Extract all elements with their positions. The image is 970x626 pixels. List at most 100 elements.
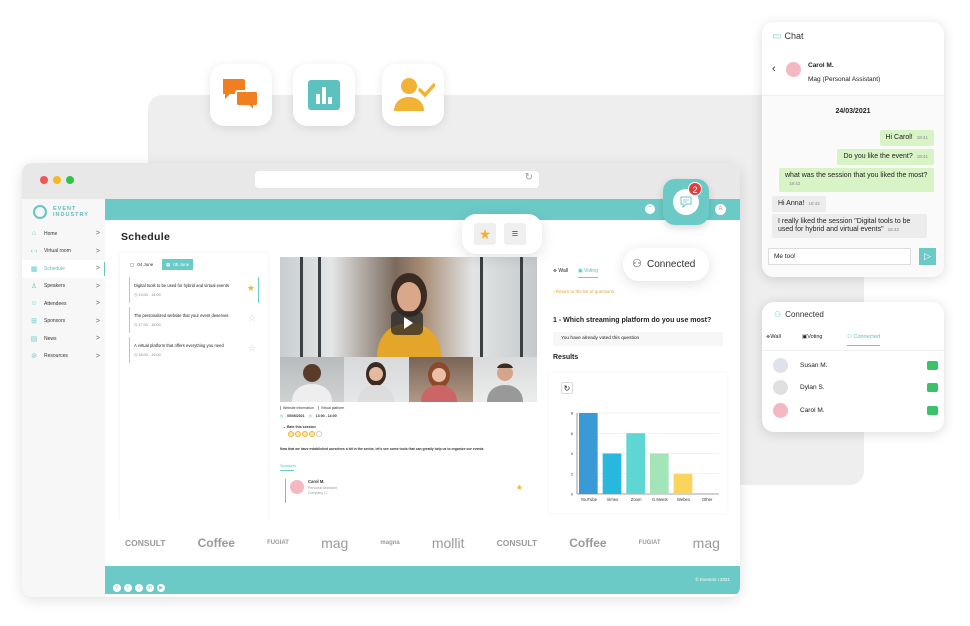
date-tab-05-june[interactable]: ▦ 05 June	[162, 259, 194, 270]
social-link-icon[interactable]: f	[113, 584, 121, 592]
session-description: Now that we have established ourselves a…	[280, 447, 484, 451]
user-avatar[interactable]: A	[715, 204, 726, 215]
star-outline-icon[interactable]: ☆	[248, 343, 256, 354]
chat-icon: ▭	[772, 30, 782, 42]
message-text: Hi Anna!	[778, 200, 805, 207]
sponsor-logo[interactable]: magna	[380, 540, 399, 546]
tab-wall[interactable]: ⌯ Wall	[553, 268, 568, 278]
star-filled-icon[interactable]: ★	[247, 283, 255, 294]
bar-youtube[interactable]	[579, 413, 598, 494]
session-item[interactable]: Digital tools to be used for hybrid and …	[129, 277, 259, 303]
sponsor-logo[interactable]: CONSULT	[497, 538, 537, 548]
sponsors-strip: CONSULT Coffee FUGIAT mag magna mollit CONSULT…	[105, 520, 740, 566]
sponsor-logo[interactable]: mollit	[432, 535, 465, 551]
session-tag[interactable]: Virtual platform	[317, 406, 344, 410]
social-link-icon[interactable]: i	[135, 584, 143, 592]
chat-launcher-button[interactable]: 2	[663, 179, 709, 225]
rating-face-icon[interactable]	[288, 431, 294, 437]
back-chevron-icon[interactable]: ‹	[772, 63, 776, 75]
participant-thumbnail[interactable]	[344, 357, 409, 402]
user-check-icon: ⚇	[774, 309, 782, 319]
date-tab-label: 04 June	[137, 262, 154, 267]
reload-icon[interactable]: ↻	[525, 172, 533, 183]
sponsor-logo[interactable]: mag	[693, 535, 720, 551]
rate-session-toggle[interactable]: ⌄ Rate this session	[280, 425, 537, 429]
rating-stars[interactable]	[280, 431, 537, 437]
participant-thumbnail[interactable]	[408, 357, 473, 402]
sidebar-item-news[interactable]: ▤ News >	[22, 330, 105, 348]
sponsor-name: Coffee	[569, 536, 607, 550]
speaker-name: Carol M.	[308, 479, 325, 484]
tab-label: Voting	[584, 268, 598, 274]
minimize-window-button[interactable]	[53, 176, 61, 184]
chat-window: ▭ Chat ‹ Carol M. Mag (Personal Assistant…	[762, 22, 944, 277]
results-chart-card: ↻ 0 2 4 6 8 YouTube Vimeo Zoom G.Meets Webex Other	[549, 373, 727, 513]
notification-icon[interactable]: ⌃	[645, 204, 655, 214]
bar-webex[interactable]	[673, 473, 693, 494]
speakers-icon: ♙	[30, 283, 38, 291]
message-user-icon[interactable]	[927, 405, 938, 415]
bar-gmeets[interactable]	[650, 453, 669, 495]
schedule-panel: ▢ 04 June ▦ 05 June Digital tools to be us…	[120, 253, 268, 521]
send-button[interactable]: ▷	[919, 248, 936, 265]
sponsor-logo[interactable]: Coffee	[569, 536, 606, 550]
speaker-card[interactable]: Carol M. Personal Assistant Company C. ★	[285, 479, 537, 503]
received-message: I really liked the session "Digital tool…	[772, 214, 927, 238]
list-view-button[interactable]: ≡	[504, 223, 526, 245]
session-tag[interactable]: Website information	[280, 406, 314, 410]
bar-vimeo[interactable]	[602, 453, 622, 495]
sidebar-item-resources[interactable]: ⊘ Resources >	[22, 348, 105, 366]
favorite-star-button[interactable]: ★	[474, 223, 496, 245]
social-link-icon[interactable]: t	[124, 584, 132, 592]
play-button[interactable]	[391, 311, 423, 335]
app-logo[interactable]: EVENT INDUSTRY	[22, 199, 105, 225]
sponsor-logo[interactable]: FUGIAT	[267, 540, 289, 546]
connected-popup[interactable]: ⚇ Connected	[623, 248, 709, 281]
social-link-icon[interactable]: ▶	[157, 584, 165, 592]
address-bar[interactable]: ↻	[255, 171, 539, 188]
favorite-speaker-star-icon[interactable]: ★	[516, 483, 523, 492]
maximize-window-button[interactable]	[66, 176, 74, 184]
sponsor-logo[interactable]: Coffee	[198, 536, 235, 550]
rating-face-icon[interactable]	[295, 431, 301, 437]
connected-user-row[interactable]: Carol M.	[768, 399, 940, 421]
tab-label: Voting	[807, 334, 823, 340]
bar-zoom[interactable]	[626, 433, 645, 494]
message-user-icon[interactable]	[927, 383, 938, 392]
sponsor-logo[interactable]: FUGIAT	[639, 540, 661, 546]
rating-face-icon[interactable]	[302, 431, 308, 437]
tab-voting[interactable]: ▣ Voting	[577, 268, 598, 278]
sponsor-name: Coffee	[197, 536, 235, 550]
message-time: 18:41	[916, 135, 928, 140]
rating-face-icon[interactable]	[309, 431, 315, 437]
back-to-questions-link[interactable]: ‹ Return to the list of questions	[553, 289, 614, 294]
video-player[interactable]	[280, 257, 537, 402]
sidebar-item-speakers[interactable]: ♙ Speakers >	[22, 278, 105, 296]
star-outline-icon[interactable]: ☆	[248, 313, 256, 324]
tab-voting[interactable]: ▣Voting	[802, 334, 823, 340]
sponsor-logo[interactable]: mag	[321, 535, 348, 551]
session-item[interactable]: A virtual platform that offers everythin…	[129, 337, 259, 363]
bar-chart: 0 2 4 6 8 YouTube Vimeo Zoom G.Meets Webex Other	[571, 411, 719, 502]
close-window-button[interactable]	[40, 176, 48, 184]
connected-user-row[interactable]: Dylan S.	[768, 377, 940, 399]
sidebar-item-home[interactable]: ⌂ Home >	[22, 225, 105, 243]
connected-user-row[interactable]: Susan M.	[768, 354, 940, 376]
rating-face-icon[interactable]	[316, 431, 322, 437]
tab-wall[interactable]: ⌯Wall	[766, 334, 781, 341]
chat-message-input[interactable]: Me too!	[768, 248, 911, 265]
sidebar-item-virtual-room[interactable]: ‹·› Virtual room >	[22, 243, 105, 261]
message-user-icon[interactable]	[927, 360, 938, 370]
sidebar-item-sponsors[interactable]: ⊞ Sponsors >	[22, 313, 105, 331]
social-link-icon[interactable]: in	[146, 584, 154, 592]
clock-icon: ◷	[134, 353, 138, 357]
sidebar-item-label: Sponsors	[44, 318, 66, 325]
participant-thumbnail[interactable]	[472, 357, 537, 402]
sidebar-item-schedule[interactable]: ▦ Schedule >	[22, 260, 105, 278]
tab-connected[interactable]: ⚇ Connected	[847, 334, 881, 346]
date-tab-04-june[interactable]: ▢ 04 June	[126, 259, 157, 270]
sidebar-item-attendees[interactable]: ☺ Attendees >	[22, 295, 105, 313]
session-item[interactable]: The personalized website that your event…	[129, 307, 259, 333]
sponsor-logo[interactable]: CONSULT	[125, 538, 165, 548]
participant-thumbnail[interactable]	[280, 357, 345, 402]
